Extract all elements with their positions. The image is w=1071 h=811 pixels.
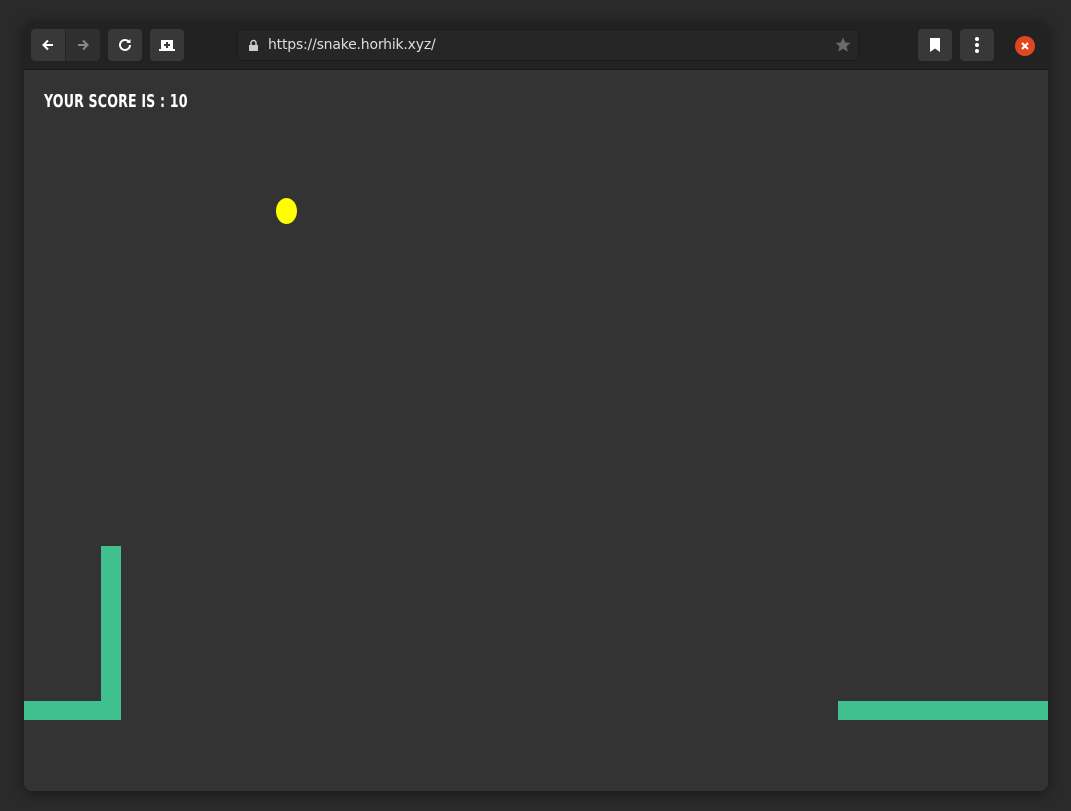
- snake-segment-vertical: [101, 546, 121, 720]
- bookmark-icon: [930, 38, 940, 52]
- back-button[interactable]: [31, 29, 66, 61]
- menu-button[interactable]: [960, 29, 994, 61]
- screenshot-icon: [159, 40, 175, 51]
- forward-button[interactable]: [66, 29, 100, 61]
- food-item: [276, 198, 297, 224]
- star-icon[interactable]: [834, 36, 852, 54]
- reload-icon: [119, 38, 131, 51]
- snake-segment-bottom-right: [838, 701, 1048, 720]
- close-button[interactable]: [1015, 36, 1035, 56]
- score-value: 10: [169, 91, 188, 112]
- score-display: YOUR SCORE IS : 10: [44, 91, 188, 112]
- address-bar[interactable]: https://snake.horhik.xyz/: [237, 29, 859, 61]
- reload-button[interactable]: [108, 29, 142, 61]
- arrow-left-icon: [42, 39, 53, 51]
- lock-icon: [249, 39, 258, 51]
- score-label: YOUR SCORE IS :: [44, 91, 170, 112]
- close-icon: [1021, 42, 1029, 50]
- game-canvas[interactable]: YOUR SCORE IS : 10: [24, 70, 1048, 791]
- screenshot-button[interactable]: [150, 29, 184, 61]
- browser-toolbar: https://snake.horhik.xyz/: [24, 22, 1048, 70]
- snake-segment-bottom-left: [24, 701, 121, 720]
- url-text[interactable]: https://snake.horhik.xyz/: [268, 37, 436, 53]
- browser-window: https://snake.horhik.xyz/ YOUR SCORE IS …: [24, 22, 1048, 791]
- bookmarks-button[interactable]: [918, 29, 952, 61]
- kebab-menu-icon: [975, 37, 979, 53]
- navigation-buttons: [31, 29, 100, 61]
- arrow-right-icon: [78, 39, 89, 51]
